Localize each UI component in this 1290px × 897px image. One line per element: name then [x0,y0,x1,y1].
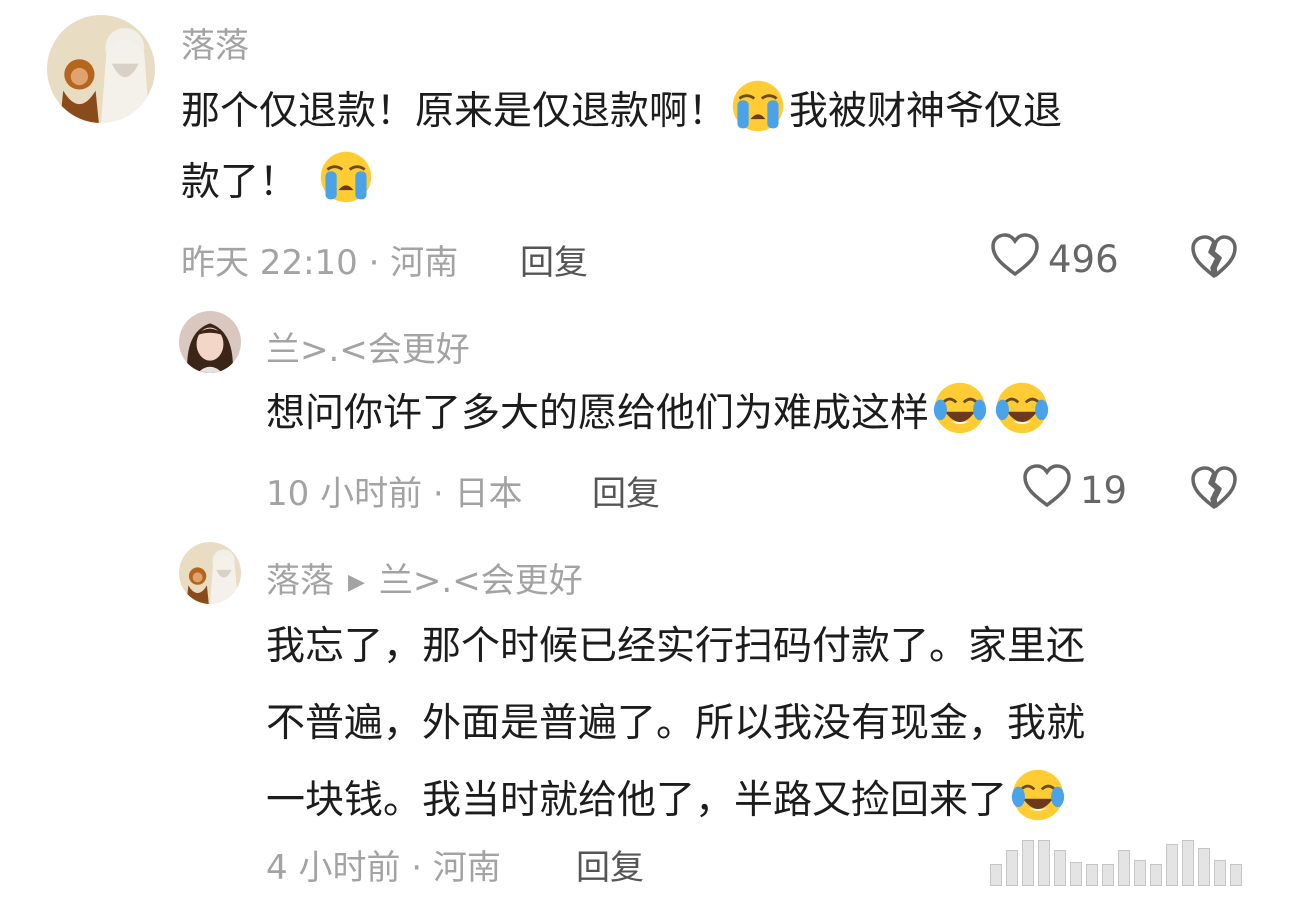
broken-heart-icon [1190,465,1238,511]
username[interactable]: 兰>.<会更好 [266,322,470,371]
comment-time-location: 10 小时前 · 日本 [266,474,523,514]
dislike-button[interactable] [1190,465,1238,511]
comment-text-part: 我被财神爷仅退 [789,89,1063,134]
comment-text: 我忘了，那个时候已经实行扫码付款了。家里还 不普遍，外面是普遍了。所以我没有现金… [266,608,1266,839]
crying-laughing-emoji-icon [932,380,988,436]
crying-laughing-emoji-icon [994,380,1050,436]
username[interactable]: 落落 [266,561,334,601]
dislike-button[interactable] [1190,234,1238,280]
reply-header: 落落 ▶ 兰>.<会更好 [266,553,583,602]
comment-text-part: 一块钱。我当时就给他了，半路又捡回来了 [266,778,1008,823]
broken-heart-icon [1190,234,1238,280]
avatar-lan[interactable] [179,311,241,373]
crying-laughing-emoji-icon [1010,767,1066,823]
reply-button[interactable]: 回复 [576,840,644,889]
comment-text-part: 款了！ [181,160,299,205]
like-count: 496 [1048,238,1119,281]
comment-text: 那个仅退款！原来是仅退款啊！ 我被财神爷仅退 款了！ [181,76,1221,218]
comment-text-part: 想问你许了多大的愿给他们为难成这样 [266,391,930,436]
comment-time-location: 昨天 22:10 · 河南 [181,243,459,283]
reply-button[interactable]: 回复 [520,235,588,284]
comment-text-part: 不普遍，外面是普遍了。所以我没有现金，我就 [266,701,1086,746]
like-button[interactable]: 496 [990,232,1119,287]
comment-text-part: 我忘了，那个时候已经实行扫码付款了。家里还 [266,624,1086,669]
comment-time-location: 4 小时前 · 河南 [266,848,501,888]
play-triangle-icon: ▶ [348,570,365,595]
reply-button[interactable]: 回复 [592,466,660,515]
comment-text-part: 那个仅退款！原来是仅退款啊！ [181,89,728,134]
comment-text: 想问你许了多大的愿给他们为难成这样 [266,378,1226,449]
watermark-logo [990,838,1280,886]
loudly-crying-emoji-icon [730,78,786,134]
like-count: 19 [1080,469,1128,512]
loudly-crying-emoji-icon [318,149,374,205]
avatar-luoluo[interactable] [179,542,241,604]
reply-to-username[interactable]: 兰>.<会更好 [379,561,583,601]
heart-outline-icon [1022,463,1072,518]
heart-outline-icon [990,232,1040,287]
avatar-luoluo[interactable] [47,15,155,123]
like-button[interactable]: 19 [1022,463,1127,518]
username[interactable]: 落落 [181,18,249,67]
